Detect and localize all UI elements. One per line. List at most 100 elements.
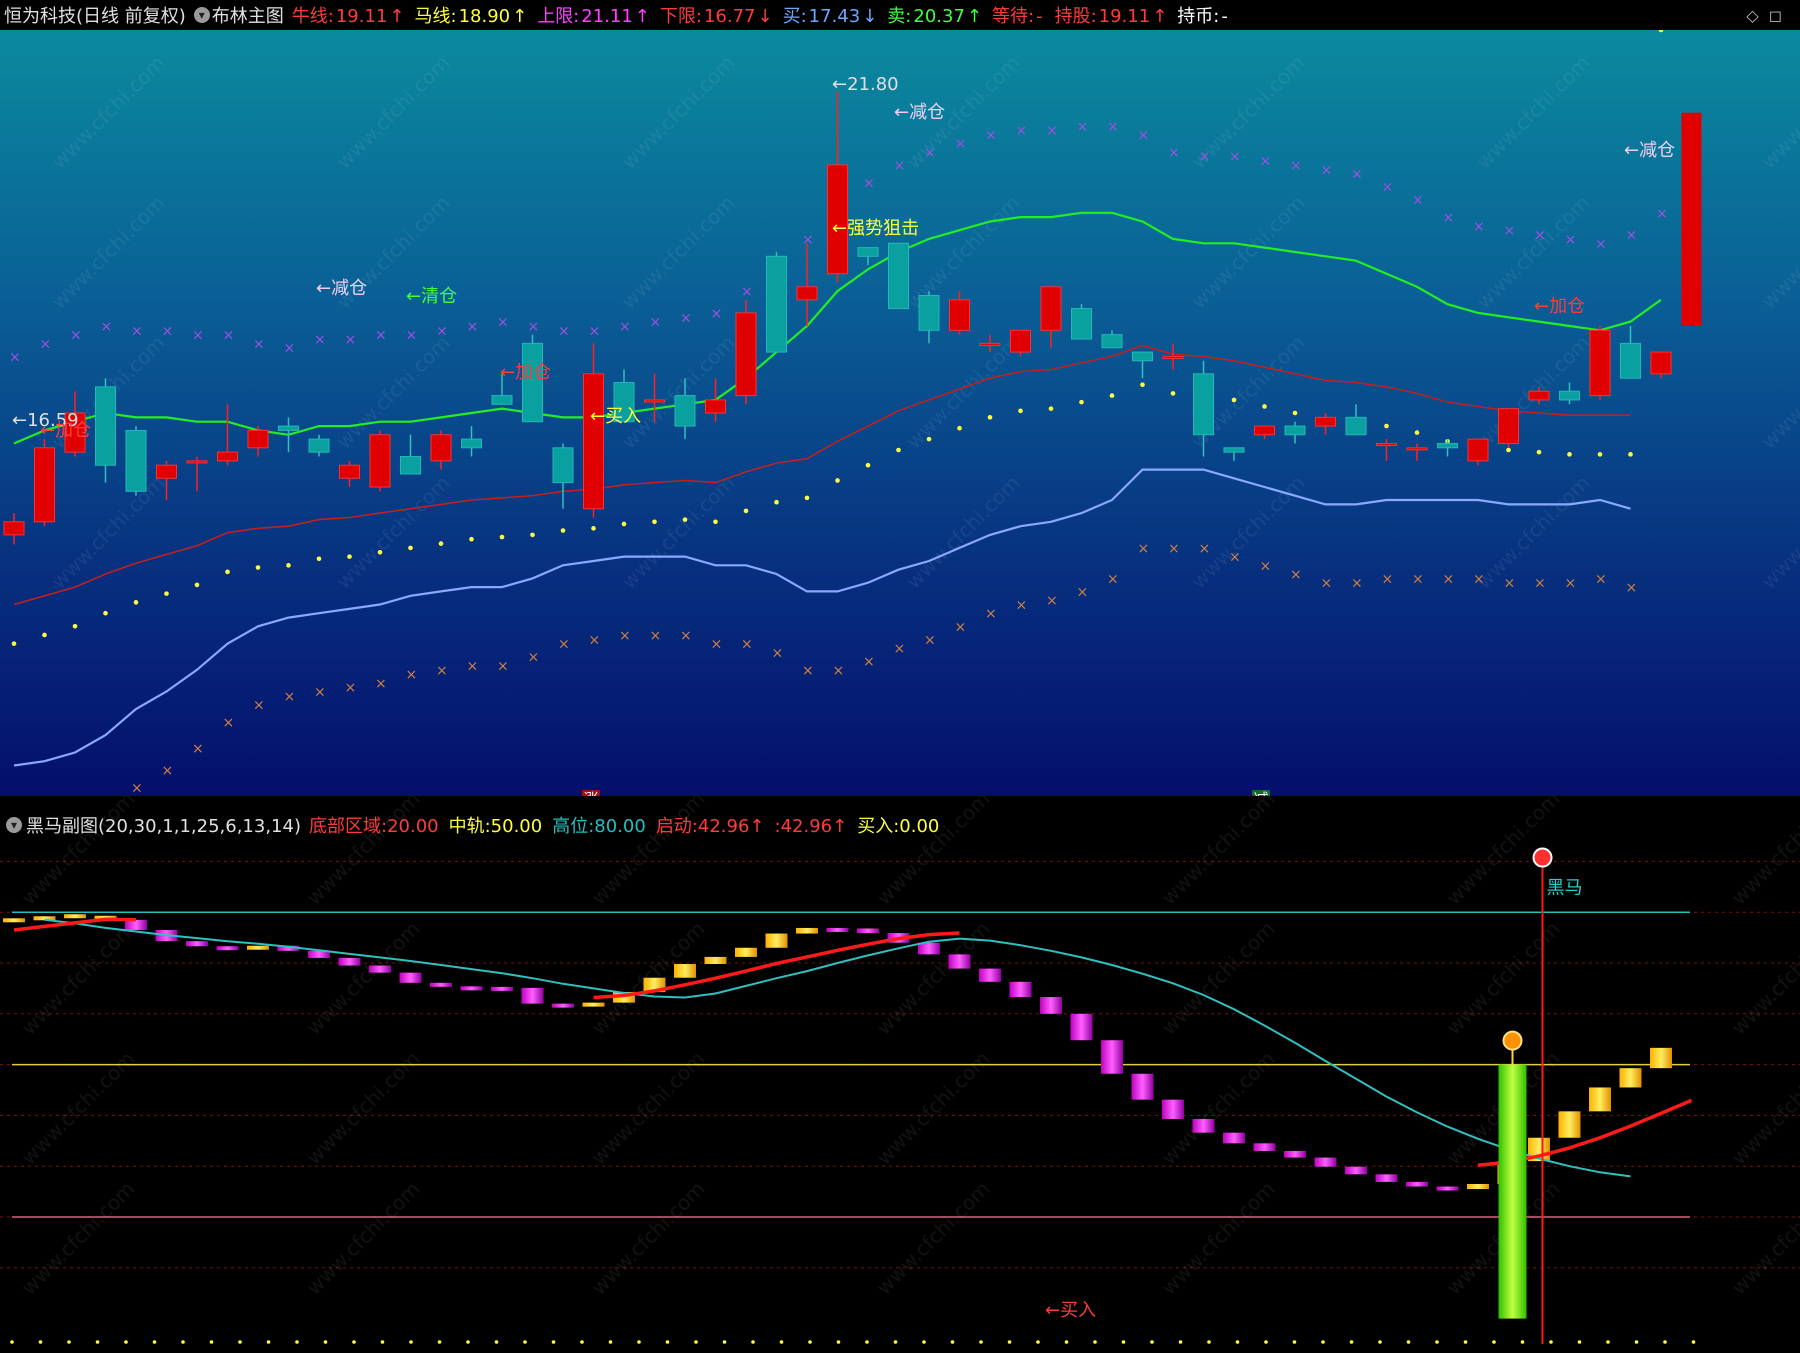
baseline-dot <box>10 1340 14 1344</box>
support-dot <box>1414 430 1420 435</box>
momentum-bar <box>1406 1181 1428 1187</box>
sub-indicator-dropdown-icon[interactable]: ▾ <box>6 817 22 833</box>
baseline-dot <box>466 1340 470 1344</box>
header-value-8: - <box>1221 6 1228 27</box>
support-dot <box>1109 393 1115 398</box>
baseline-dot <box>1292 1340 1297 1344</box>
momentum-bar <box>796 927 818 934</box>
momentum-bar <box>1253 1143 1276 1151</box>
watermark-text: www.cfchi.com <box>47 191 170 314</box>
support-dot <box>1567 452 1572 457</box>
sub-chart-svg[interactable]: www.cfchi.com www.cfchi.com www.cfchi.com w… <box>0 796 1800 1353</box>
support-dot <box>1231 397 1237 403</box>
baseline-dot <box>1577 1340 1582 1344</box>
baseline-dot <box>1634 1340 1639 1344</box>
lower-cross-mark: × <box>375 676 387 692</box>
candle-body <box>1071 308 1092 340</box>
baseline-dot <box>1606 1340 1610 1344</box>
lower-cross-mark: × <box>345 680 357 696</box>
candle-body <box>796 286 818 301</box>
watermark-text: www.cfchi.com <box>17 1177 140 1300</box>
momentum-bar <box>735 947 757 957</box>
sub-indicator-name[interactable]: 黑马副图(20,30,1,1,25,6,13,14) <box>26 812 301 838</box>
header-arrow-2: ↑ <box>634 6 650 27</box>
upper-cross-mark: × <box>192 328 204 344</box>
support-dot <box>438 541 444 546</box>
candle-body <box>461 438 482 449</box>
main-chart-svg[interactable]: www.cfchi.com www.cfchi.com www.cfchi.com w… <box>0 30 1800 796</box>
support-dot <box>11 641 17 646</box>
baseline-dot <box>1435 1340 1439 1344</box>
baseline-dot <box>836 1340 841 1344</box>
upper-cross-mark: × <box>1534 228 1546 244</box>
baseline-dot <box>1121 1340 1126 1344</box>
middle-band-line <box>13 344 1631 606</box>
baseline-dot <box>1463 1340 1468 1344</box>
upper-cross-mark: × <box>1412 193 1424 209</box>
header-value-3: 16.77 <box>703 6 756 27</box>
momentum-bar <box>1070 1013 1093 1041</box>
upper-cross-mark: × <box>1077 119 1089 135</box>
support-dot <box>1262 404 1267 409</box>
candle-body <box>1132 351 1153 362</box>
candle-body <box>1223 447 1245 453</box>
baseline-dot <box>1549 1340 1553 1344</box>
watermark-text: www.cfchi.com <box>1157 1177 1280 1300</box>
upper-cross-mark: × <box>223 328 235 344</box>
candle-body <box>1101 334 1123 349</box>
upper-cross-mark: × <box>101 319 113 335</box>
upper-cross-mark: × <box>1229 149 1241 165</box>
baseline-dot <box>1378 1340 1382 1344</box>
upper-cross-mark: × <box>863 175 875 191</box>
momentum-bar <box>1375 1174 1398 1182</box>
candle-body <box>1010 329 1031 353</box>
lower-cross-mark: × <box>1351 576 1363 592</box>
momentum-bar <box>1467 1183 1489 1190</box>
sub-chart-panel[interactable]: www.cfchi.com www.cfchi.com www.cfchi.com w… <box>0 796 1800 1353</box>
candle-body <box>125 429 147 492</box>
indicator-dropdown-icon[interactable]: ▾ <box>193 7 210 23</box>
stock-title[interactable]: 恒为科技(日线 前复权) <box>4 2 186 28</box>
watermark-text: www.cfchi.com <box>47 471 170 594</box>
watermark-text: www.cfchi.com <box>332 51 455 174</box>
upper-cross-mark: × <box>40 336 52 352</box>
lower-cross-mark: × <box>131 780 143 796</box>
candle-body <box>278 425 299 431</box>
black-horse-marker-icon <box>1532 847 1553 868</box>
baseline-dot <box>1235 1340 1240 1344</box>
lower-cross-mark: × <box>436 663 448 679</box>
sub-header-item-0: 底部区域:20.00 <box>309 816 439 837</box>
momentum-bar <box>460 986 483 991</box>
main-chart-panel[interactable]: www.cfchi.com www.cfchi.com www.cfchi.com w… <box>0 30 1800 797</box>
candle-body <box>735 312 757 397</box>
upper-cross-mark: × <box>528 319 540 335</box>
window-controls[interactable]: ◇◻ <box>1746 6 1792 25</box>
upper-cross-mark: × <box>1473 219 1485 235</box>
lower-cross-mark: × <box>223 715 235 731</box>
sub-header-value-1: 50.00 <box>490 816 543 837</box>
baseline-dot <box>152 1340 157 1344</box>
baseline-dot <box>865 1340 869 1344</box>
watermark-text: www.cfchi.com <box>332 471 455 594</box>
support-dot <box>1658 30 1664 33</box>
watermark-text: www.cfchi.com <box>1442 917 1565 1040</box>
upper-cross-mark: × <box>619 319 631 335</box>
upper-cross-mark: × <box>131 323 143 339</box>
support-dot <box>1536 449 1542 455</box>
upper-cross-mark: × <box>802 232 814 248</box>
watermark-text: www.cfchi.com <box>1757 30 1800 34</box>
indicator-name[interactable]: 布林主图 <box>212 2 284 28</box>
support-dot <box>987 415 993 420</box>
candle-body <box>1376 442 1397 446</box>
momentum-bar <box>1619 1068 1642 1088</box>
momentum-bar <box>491 986 513 991</box>
upper-cross-mark: × <box>284 341 296 357</box>
lower-cross-mark: × <box>1595 571 1607 587</box>
upper-cross-mark: × <box>1016 123 1028 139</box>
support-dot <box>652 519 657 525</box>
signal-line <box>44 918 1631 1178</box>
candle-body <box>552 447 574 484</box>
candle-body <box>186 460 208 464</box>
lower-cross-mark: × <box>1138 541 1150 557</box>
support-dot <box>255 565 261 570</box>
